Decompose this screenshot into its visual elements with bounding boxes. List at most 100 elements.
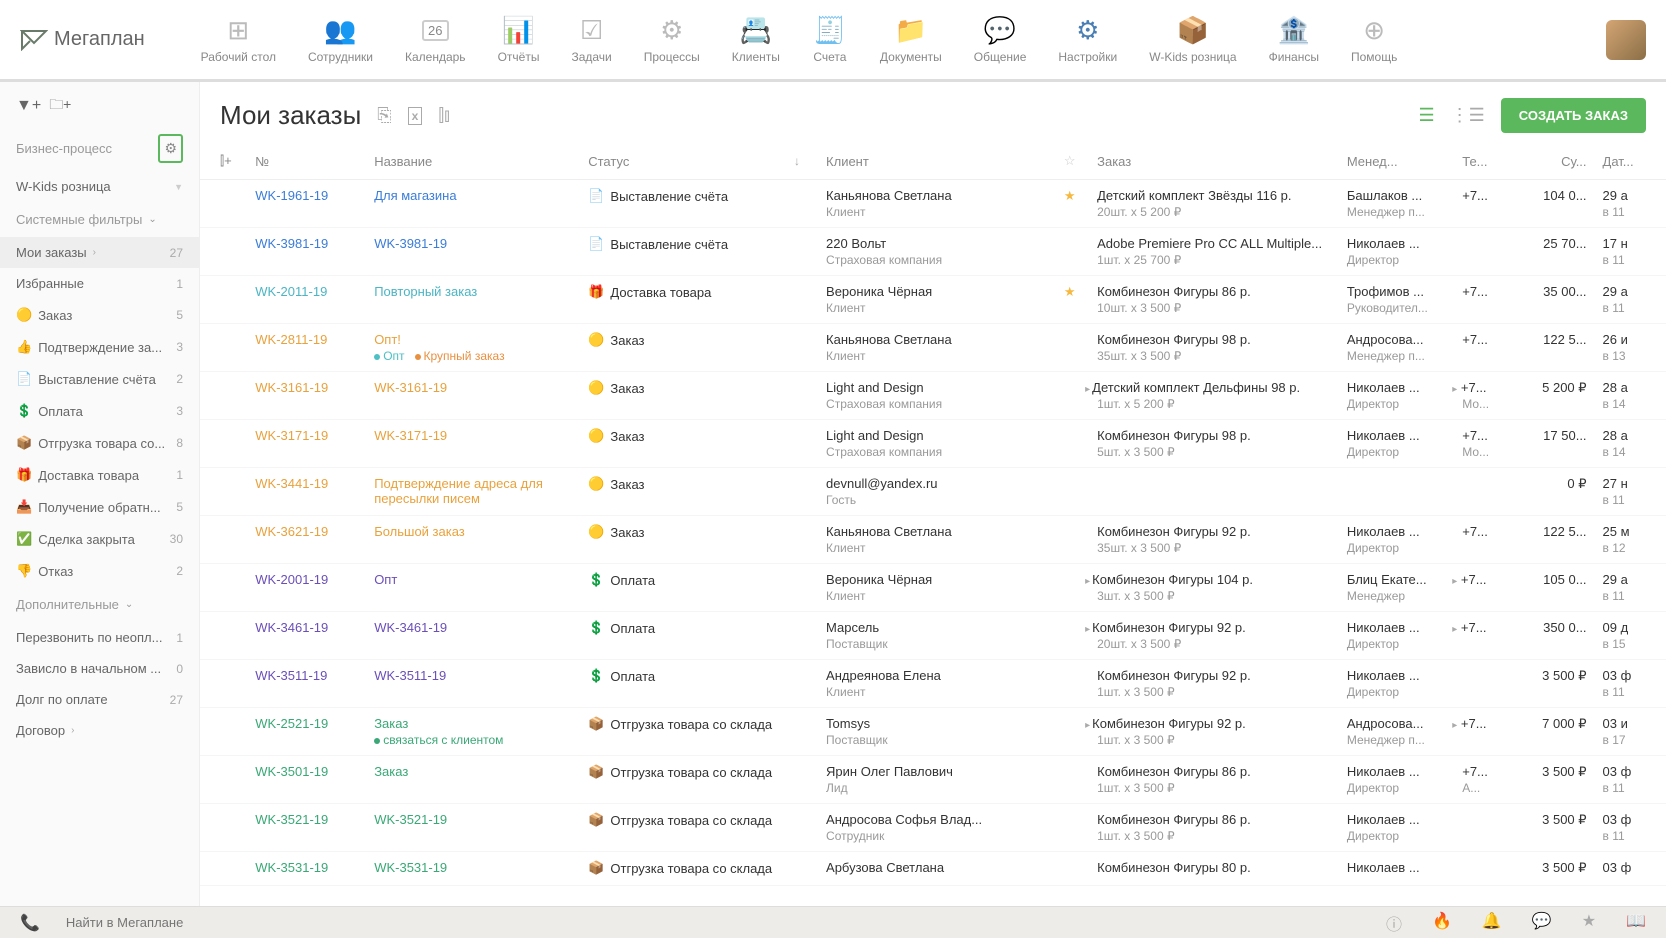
sidebar-filter[interactable]: 💲Оплата3 <box>0 395 199 427</box>
order-name[interactable]: WK-3531-19 <box>374 860 447 875</box>
favorite-star-icon[interactable]: ★ <box>1064 188 1076 203</box>
sidebar-filter[interactable]: 🎁Доставка товара1 <box>0 459 199 491</box>
order-number[interactable]: WK-3161-19 <box>255 380 328 395</box>
nav-Процессы[interactable]: ⚙Процессы <box>628 12 716 68</box>
col-settings[interactable]: ⫿+ <box>200 143 247 180</box>
col-name[interactable]: Название <box>366 143 580 180</box>
duplicate-icon[interactable]: ⎘ <box>377 105 391 126</box>
sidebar-additional-filter[interactable]: Долг по оплате27 <box>0 684 199 715</box>
client-name[interactable]: Tomsys <box>826 716 1048 731</box>
table-row[interactable]: WK-3161-19 WK-3161-19 🟡Заказ Light and D… <box>200 372 1666 420</box>
col-tel[interactable]: Те... <box>1454 143 1511 180</box>
sidebar-filter[interactable]: 👍Подтверждение за...3 <box>0 331 199 363</box>
nav-Сотрудники[interactable]: 👥Сотрудники <box>292 12 389 68</box>
order-name[interactable]: Большой заказ <box>374 524 465 539</box>
gear-icon[interactable]: ⚙ <box>158 134 183 163</box>
col-client[interactable]: Клиент <box>818 143 1056 180</box>
order-number[interactable]: WK-3531-19 <box>255 860 328 875</box>
table-row[interactable]: WK-2811-19 Опт!Опт Крупный заказ 🟡Заказ … <box>200 324 1666 372</box>
excel-export-icon[interactable]: x <box>408 107 423 125</box>
col-status[interactable]: Статус↓ <box>580 143 818 180</box>
col-order[interactable]: Заказ <box>1089 143 1339 180</box>
table-row[interactable]: WK-3621-19 Большой заказ 🟡Заказ Каньянов… <box>200 516 1666 564</box>
client-name[interactable]: Ярин Олег Павлович <box>826 764 1048 779</box>
create-order-button[interactable]: СОЗДАТЬ ЗАКАЗ <box>1501 98 1646 133</box>
order-number[interactable]: WK-3171-19 <box>255 428 328 443</box>
order-number[interactable]: WK-3461-19 <box>255 620 328 635</box>
nav-W-Kids розница[interactable]: 📦W-Kids розница <box>1133 12 1252 68</box>
list-view-icon[interactable]: ☰ <box>1419 105 1435 126</box>
col-sum[interactable]: Су... <box>1511 143 1594 180</box>
filter-icon[interactable]: ▼+ <box>16 97 41 115</box>
nav-Общение[interactable]: 💬Общение <box>958 12 1043 68</box>
order-name[interactable]: Подтверждение адреса для пересылки писем <box>374 476 543 506</box>
nav-Документы[interactable]: 📁Документы <box>864 12 958 68</box>
client-name[interactable]: Light and Design <box>826 428 1048 443</box>
phone-icon[interactable]: 📞 <box>20 913 40 933</box>
table-row[interactable]: WK-3981-19 WK-3981-19 📄Выставление счёта… <box>200 228 1666 276</box>
order-number[interactable]: WK-3981-19 <box>255 236 328 251</box>
sidebar-additional-filter[interactable]: Договор› <box>0 715 199 746</box>
info-icon[interactable]: ⓘ <box>1386 911 1402 935</box>
system-filters-title[interactable]: Системные фильтры ⌄ <box>0 202 199 237</box>
nav-Счета[interactable]: 🧾Счета <box>796 12 864 68</box>
nav-Отчёты[interactable]: 📊Отчёты <box>482 12 556 68</box>
client-name[interactable]: Каньянова Светлана <box>826 332 1048 347</box>
col-star[interactable]: ☆ <box>1056 143 1089 180</box>
order-name[interactable]: WK-3171-19 <box>374 428 447 443</box>
user-avatar[interactable] <box>1606 20 1646 60</box>
chart-icon[interactable]: ⫿⫾ <box>438 105 450 126</box>
table-row[interactable]: WK-3501-19 Заказ 📦Отгрузка товара со скл… <box>200 756 1666 804</box>
client-name[interactable]: Андросова Софья Влад... <box>826 812 1048 827</box>
order-number[interactable]: WK-2001-19 <box>255 572 328 587</box>
sidebar-filter[interactable]: ✅Сделка закрыта30 <box>0 523 199 555</box>
client-name[interactable]: Вероника Чёрная <box>826 572 1048 587</box>
client-name[interactable]: Арбузова Светлана <box>826 860 1048 875</box>
sidebar-filter[interactable]: Избранные1 <box>0 268 199 299</box>
order-name[interactable]: WK-3461-19 <box>374 620 447 635</box>
client-name[interactable]: Вероника Чёрная <box>826 284 1048 299</box>
nav-Клиенты[interactable]: 📇Клиенты <box>716 12 796 68</box>
table-row[interactable]: WK-3521-19 WK-3521-19 📦Отгрузка товара с… <box>200 804 1666 852</box>
nav-Помощь[interactable]: ⊕Помощь <box>1335 12 1413 68</box>
table-row[interactable]: WK-3171-19 WK-3171-19 🟡Заказ Light and D… <box>200 420 1666 468</box>
client-name[interactable]: Light and Design <box>826 380 1048 395</box>
table-row[interactable]: WK-3441-19 Подтверждение адреса для пере… <box>200 468 1666 516</box>
col-num[interactable]: № <box>247 143 366 180</box>
order-number[interactable]: WK-3501-19 <box>255 764 328 779</box>
table-row[interactable]: WK-1961-19 Для магазина 📄Выставление счё… <box>200 180 1666 228</box>
logo[interactable]: Мегаплан <box>20 28 145 51</box>
order-name[interactable]: Опт <box>374 572 397 587</box>
client-name[interactable]: Марсель <box>826 620 1048 635</box>
order-number[interactable]: WK-2811-19 <box>255 332 327 347</box>
table-row[interactable]: WK-3531-19 WK-3531-19 📦Отгрузка товара с… <box>200 852 1666 886</box>
nav-Финансы[interactable]: 🏦Финансы <box>1253 12 1335 68</box>
nav-Задачи[interactable]: ☑Задачи <box>555 12 627 68</box>
sidebar-filter[interactable]: 📄Выставление счёта2 <box>0 363 199 395</box>
table-row[interactable]: WK-3461-19 WK-3461-19 💲Оплата МарсельПос… <box>200 612 1666 660</box>
expand-icon[interactable]: ▸ <box>1085 576 1090 587</box>
table-row[interactable]: WK-3511-19 WK-3511-19 💲Оплата Андреянова… <box>200 660 1666 708</box>
order-number[interactable]: WK-2521-19 <box>255 716 328 731</box>
star-icon[interactable]: ★ <box>1582 911 1596 935</box>
col-manager[interactable]: Менед... <box>1339 143 1454 180</box>
bell-icon[interactable]: 🔔 <box>1482 911 1502 935</box>
sidebar-additional-filter[interactable]: Зависло в начальном ...0 <box>0 653 199 684</box>
flame-icon[interactable]: 🔥 <box>1432 911 1452 935</box>
expand-icon[interactable]: ▸ <box>1085 384 1090 395</box>
order-number[interactable]: WK-3621-19 <box>255 524 328 539</box>
order-number[interactable]: WK-1961-19 <box>255 188 328 203</box>
expand-icon[interactable]: ▸ <box>1085 720 1090 731</box>
process-dropdown[interactable]: W-Kids розница ▼ <box>0 171 199 202</box>
additional-filters-title[interactable]: Дополнительные ⌄ <box>0 587 199 622</box>
client-name[interactable]: Каньянова Светлана <box>826 524 1048 539</box>
client-name[interactable]: Каньянова Светлана <box>826 188 1048 203</box>
order-number[interactable]: WK-2011-19 <box>255 284 327 299</box>
nav-Рабочий стол[interactable]: ⊞Рабочий стол <box>185 12 292 68</box>
order-name[interactable]: WK-3981-19 <box>374 236 447 251</box>
sidebar-filter[interactable]: 🟡Заказ5 <box>0 299 199 331</box>
client-name[interactable]: 220 Вольт <box>826 236 1048 251</box>
book-icon[interactable]: 📖 <box>1626 911 1646 935</box>
client-name[interactable]: devnull@yandex.ru <box>826 476 1048 491</box>
order-name[interactable]: WK-3161-19 <box>374 380 447 395</box>
